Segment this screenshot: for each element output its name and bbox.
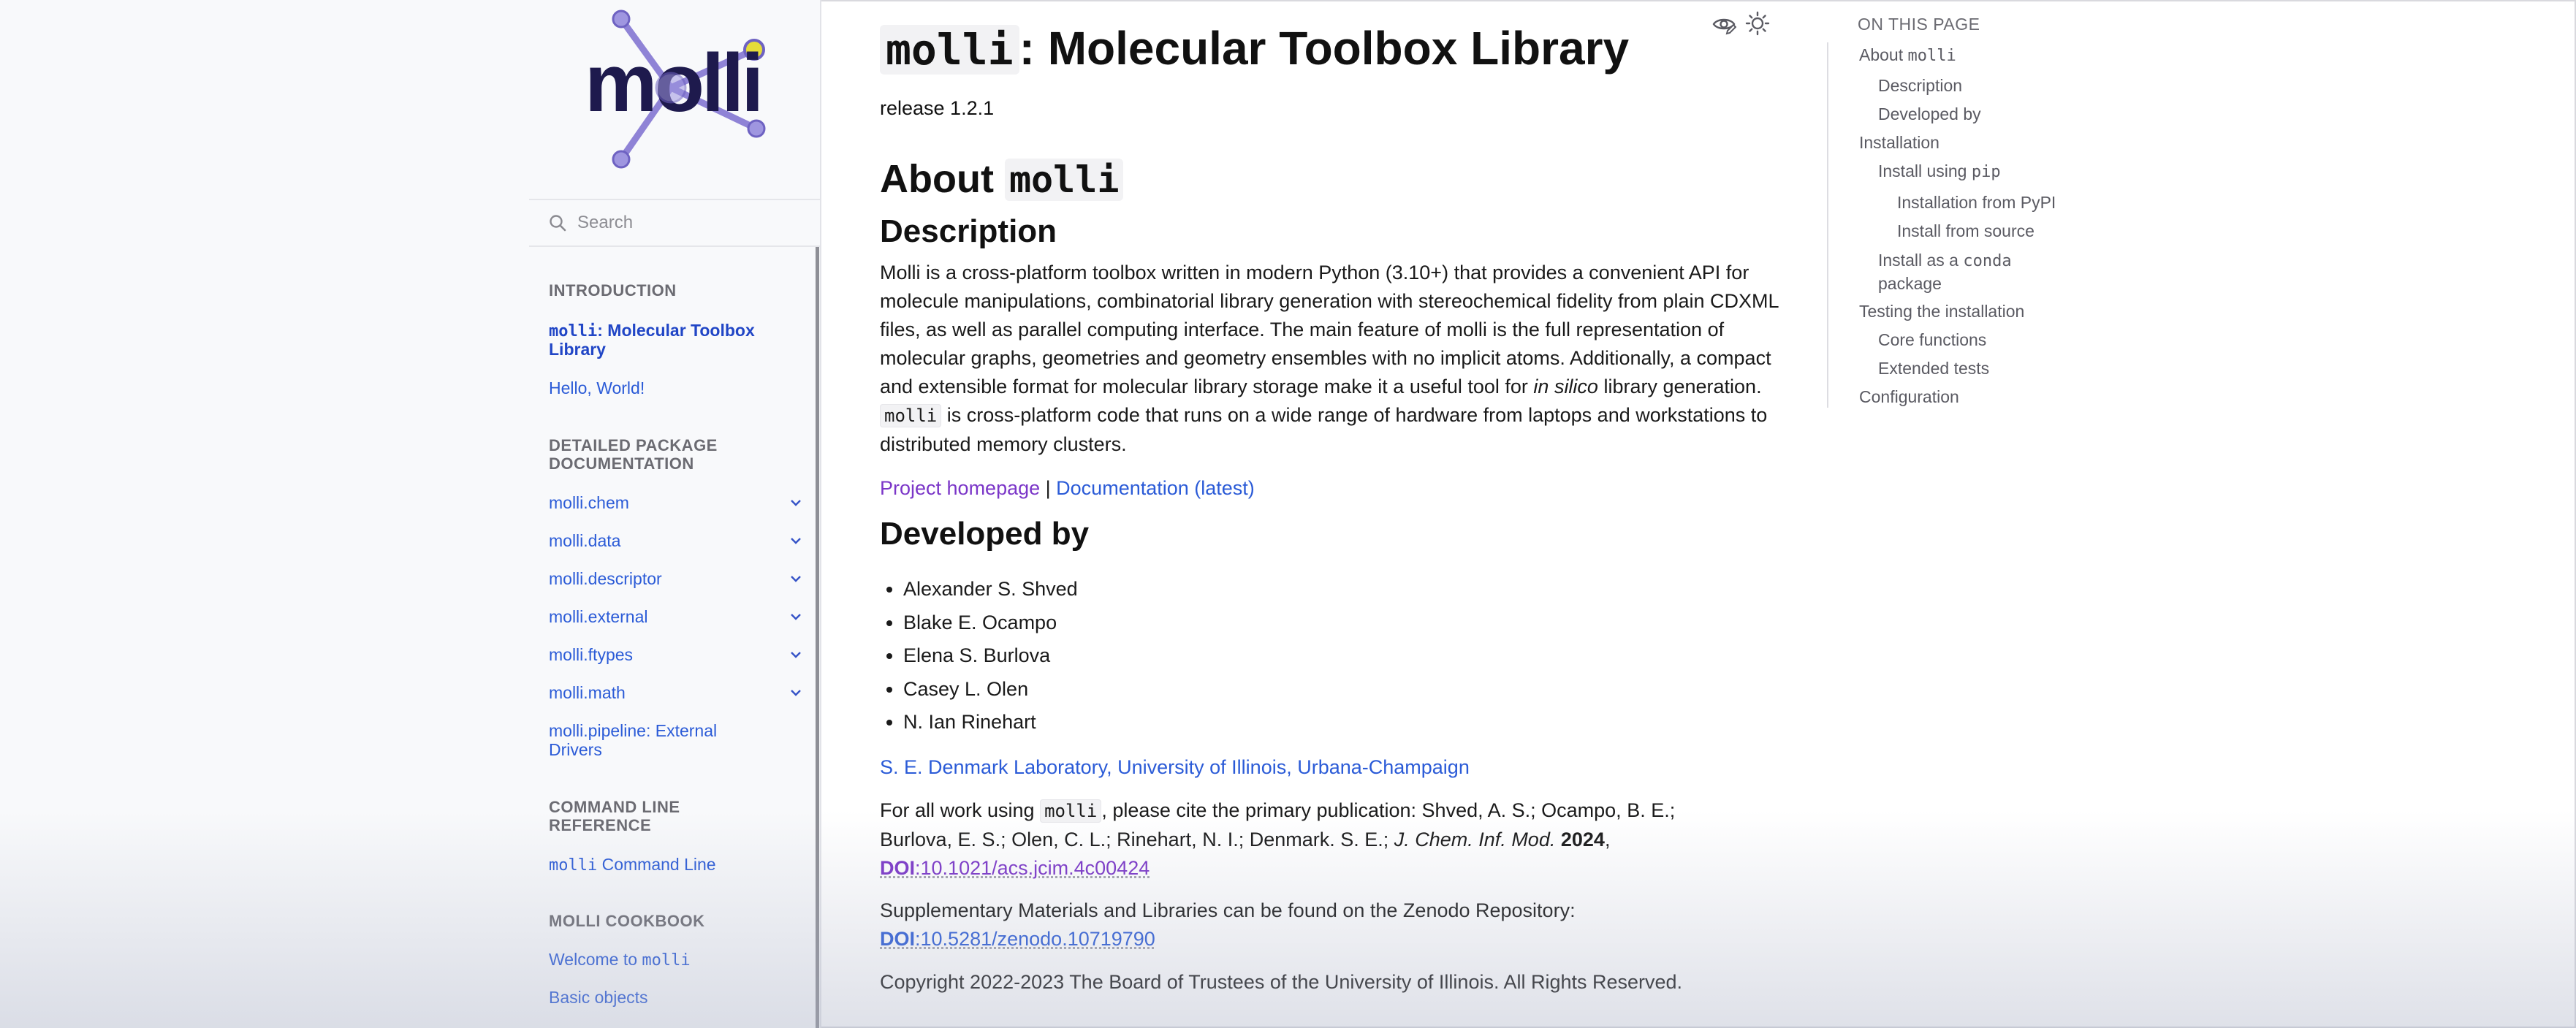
developed-by-heading: Developed by <box>880 516 1090 552</box>
zenodo-doi-link[interactable]: DOI:10.5281/zenodo.10719790 <box>880 928 1155 950</box>
sidebar-item-label: Welcome to <box>549 950 642 969</box>
list-item: Alexander S. Shved <box>903 573 1078 606</box>
search-input[interactable] <box>576 206 798 240</box>
toc-item-installation[interactable]: Installation <box>1859 132 1939 154</box>
sidebar-item-molli-descriptor[interactable]: molli.descriptor <box>549 569 790 588</box>
toc-item-code: molli <box>1907 47 1956 65</box>
sidebar-item-molli-chem[interactable]: molli.chem <box>549 493 790 512</box>
copyright-text: Copyright 2022-2023 The Board of Trustee… <box>880 971 1683 993</box>
sidebar-item-molli-ftypes[interactable]: molli.ftypes <box>549 645 790 664</box>
sidebar-item-hello-world[interactable]: Hello, World! <box>549 378 790 397</box>
sidebar-item-code: molli <box>642 951 691 970</box>
citation-code: molli <box>1040 799 1102 823</box>
toc-divider <box>1827 42 1828 408</box>
toc-item-code: conda <box>1963 252 2012 270</box>
citation-text: For all work using <box>880 799 1041 821</box>
list-item: Casey L. Olen <box>903 673 1078 707</box>
toc-item-label: Install using <box>1878 161 1972 180</box>
citation-text: , <box>1604 829 1611 850</box>
list-item: N. Ian Rinehart <box>903 706 1078 739</box>
left-gutter <box>0 0 529 1028</box>
toc-item-testing[interactable]: Testing the installation <box>1859 300 2024 323</box>
description-paragraph: Molli is a cross-platform toolbox writte… <box>880 259 1779 459</box>
nav-caption-command-line: COMMAND LINE REFERENCE <box>549 798 680 834</box>
nav-caption-introduction: INTRODUCTION <box>549 281 677 300</box>
eye-edit-icon[interactable] <box>1711 12 1736 37</box>
doi-value: :10.1021/acs.jcim.4c00424 <box>915 857 1150 879</box>
citation-year: 2024 <box>1560 829 1605 850</box>
search-icon <box>550 215 566 232</box>
toc-item-core-functions[interactable]: Core functions <box>1878 329 1986 351</box>
sun-icon[interactable] <box>1745 11 1770 36</box>
toc-item-developed-by[interactable]: Developed by <box>1878 103 1981 126</box>
project-links: Project homepage | Documentation (latest… <box>880 474 1779 503</box>
toc-item-install-pip[interactable]: Install using pip <box>1878 160 2001 183</box>
toc-item-conda[interactable]: Install as a conda package <box>1878 249 2012 295</box>
sidebar-item-molli-math[interactable]: molli.math <box>549 683 790 702</box>
lab-link[interactable]: S. E. Denmark Laboratory, University of … <box>880 756 1470 778</box>
page-title-text: : Molecular Toolbox Library <box>1019 22 1630 75</box>
supplementary-text: Supplementary Materials and Libraries ca… <box>880 899 1576 921</box>
supplementary-paragraph: Supplementary Materials and Libraries ca… <box>880 896 1720 953</box>
doi-label: DOI <box>880 928 916 950</box>
description-text: library generation. <box>1597 376 1762 397</box>
link-separator: | <box>1040 477 1057 499</box>
toc-item-pypi[interactable]: Installation from PyPI <box>1897 191 2056 214</box>
project-homepage-link[interactable]: Project homepage <box>880 477 1040 499</box>
description-italic: in silico <box>1533 376 1598 397</box>
sidebar-item-label: Command Line <box>597 855 716 874</box>
page-title-code: molli <box>880 25 1019 75</box>
toc-item-source[interactable]: Install from source <box>1897 220 2034 243</box>
toc-item-configuration[interactable]: Configuration <box>1859 386 1959 408</box>
doi-label: DOI <box>880 857 916 879</box>
chevron-down-icon[interactable] <box>788 533 804 549</box>
toc-item-label: About <box>1859 45 1908 64</box>
sidebar-item-welcome[interactable]: Welcome to molli <box>549 950 790 970</box>
citation-doi-link[interactable]: DOI:10.1021/acs.jcim.4c00424 <box>880 857 1150 879</box>
description-code: molli <box>880 404 942 427</box>
sidebar-item-code: molli <box>549 856 598 875</box>
nav-caption-detailed-docs: DETAILED PACKAGE DOCUMENTATION <box>549 436 718 473</box>
sidebar-scrollbar[interactable] <box>816 245 819 1028</box>
doi-value: :10.5281/zenodo.10719790 <box>915 928 1155 950</box>
toc-item-label: Install as a <box>1878 251 1964 270</box>
sidebar-item-molli-external[interactable]: molli.external <box>549 607 790 626</box>
toc-item-label: package <box>1878 274 1942 293</box>
lab-paragraph: S. E. Denmark Laboratory, University of … <box>880 753 1779 782</box>
sidebar-item-molli-toolbox[interactable]: molli: Molecular Toolbox Library <box>549 321 790 359</box>
sidebar-item-molli-pipeline[interactable]: molli.pipeline: External Drivers <box>549 721 761 759</box>
authors-list: Alexander S. Shved Blake E. Ocampo Elena… <box>880 573 1078 739</box>
sidebar-item-basic-objects[interactable]: Basic objects <box>549 988 790 1007</box>
toc-item-about[interactable]: About molli <box>1859 44 1956 67</box>
documentation-link[interactable]: Documentation (latest) <box>1056 477 1255 499</box>
citation-paragraph: For all work using molli, please cite th… <box>880 796 1720 883</box>
molli-logo[interactable]: molli <box>563 3 782 171</box>
description-text: is cross-platform code that runs on a wi… <box>880 404 1768 455</box>
sidebar-item-molli-data[interactable]: molli.data <box>549 531 790 550</box>
release-text: release 1.2.1 <box>880 97 995 119</box>
about-heading: About molli <box>880 156 1124 202</box>
sidebar-item-code: molli <box>549 322 598 340</box>
chevron-down-icon[interactable] <box>788 571 804 587</box>
toc-item-description[interactable]: Description <box>1878 75 1962 97</box>
toc-item-code: pip <box>1971 163 2001 181</box>
list-item: Elena S. Burlova <box>903 639 1078 673</box>
toc-item-extended-tests[interactable]: Extended tests <box>1878 357 1989 380</box>
page-title: molli: Molecular Toolbox Library <box>880 20 1629 77</box>
nav-caption-cookbook: MOLLI COOKBOOK <box>549 912 705 930</box>
about-heading-code: molli <box>1004 159 1124 201</box>
about-heading-text: About <box>880 157 1005 201</box>
list-item: Blake E. Ocampo <box>903 606 1078 640</box>
search-box[interactable] <box>529 199 820 247</box>
citation-journal: J. Chem. Inf. Mod. <box>1394 829 1556 850</box>
chevron-down-icon[interactable] <box>788 495 804 511</box>
chevron-down-icon[interactable] <box>788 609 804 625</box>
sidebar-item-command-line[interactable]: molli Command Line <box>549 855 790 875</box>
chevron-down-icon[interactable] <box>788 685 804 701</box>
toc-caption: ON THIS PAGE <box>1858 15 1980 34</box>
chevron-down-icon[interactable] <box>788 647 804 663</box>
description-heading: Description <box>880 213 1057 249</box>
